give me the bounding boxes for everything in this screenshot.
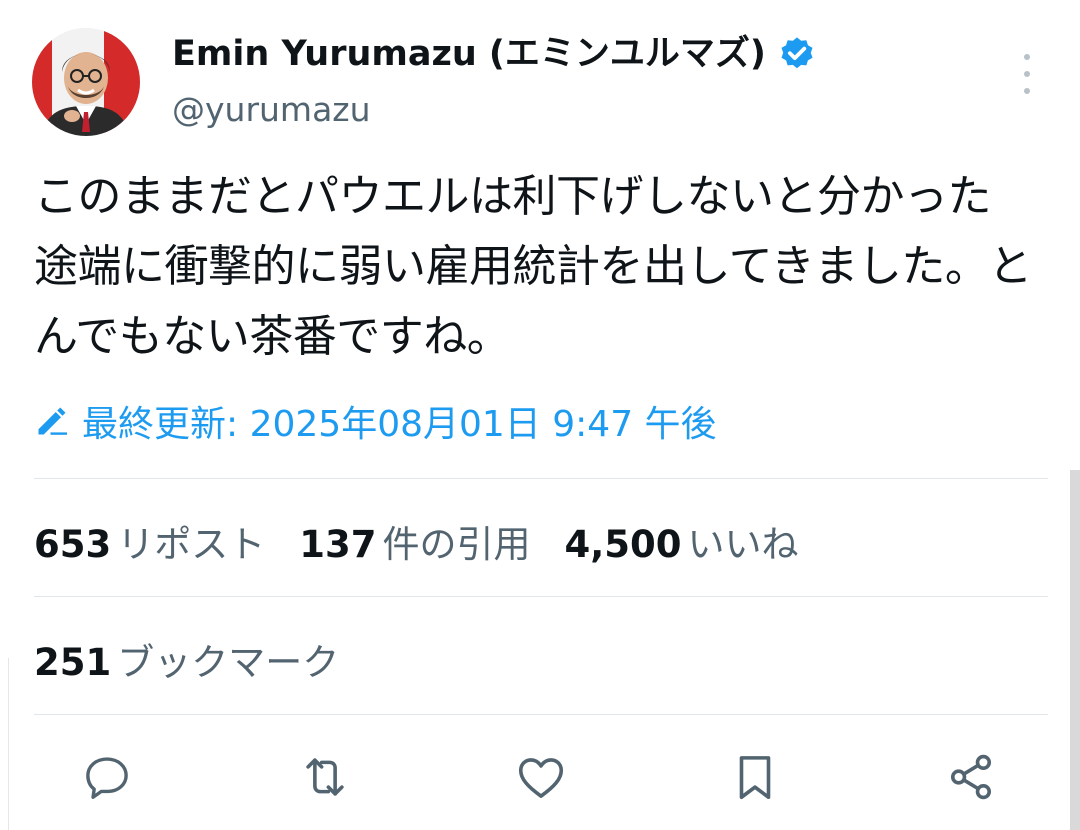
reposts-stat[interactable]: 653 リポスト: [34, 514, 265, 568]
likes-stat[interactable]: 4,500 いいね: [564, 514, 798, 568]
bookmarks-count: 251: [34, 641, 112, 684]
repost-icon[interactable]: [298, 750, 352, 804]
edited-label[interactable]: 最終更新: 2025年08月01日 9:47 午後: [82, 395, 717, 447]
engagement-stats: 653 リポスト 137 件の引用 4,500 いいね: [34, 516, 833, 566]
author-handle[interactable]: @yurumazu: [172, 88, 371, 132]
avatar[interactable]: [32, 28, 140, 136]
reposts-label: リポスト: [117, 523, 266, 566]
author-name-text[interactable]: Emin Yurumazu (エミンユルマズ): [172, 32, 766, 76]
reply-icon[interactable]: [80, 750, 134, 804]
like-heart-icon[interactable]: [514, 750, 568, 804]
tweet-text: このままだとパウエルは利下げしないと分かった途端に衝撃的に弱い雇用統計を出してき…: [34, 171, 1032, 362]
likes-count: 4,500: [564, 523, 682, 566]
bookmarks-stat[interactable]: 251 ブックマーク: [34, 634, 339, 684]
reposts-count: 653: [34, 523, 112, 566]
quotes-stat[interactable]: 137 件の引用: [299, 514, 530, 568]
author-display-name[interactable]: Emin Yurumazu (エミンユルマズ): [172, 32, 816, 76]
edit-pencil-icon: [38, 407, 67, 435]
action-bar: [0, 738, 1080, 814]
divider: [34, 714, 1048, 715]
quotes-label: 件の引用: [382, 523, 531, 566]
verified-badge-icon: [778, 35, 816, 73]
divider: [34, 596, 1048, 597]
share-icon[interactable]: [944, 750, 998, 804]
quotes-count: 137: [299, 523, 377, 566]
divider: [34, 478, 1048, 479]
left-edge: [0, 658, 9, 830]
more-vertical-icon[interactable]: [1012, 54, 1042, 94]
likes-label: いいね: [687, 523, 799, 566]
scroll-edge: [1070, 470, 1080, 830]
bookmarks-label: ブックマーク: [117, 641, 340, 684]
bookmark-icon[interactable]: [728, 750, 782, 804]
edited-timestamp[interactable]: 最終更新: 2025年08月01日 9:47 午後: [34, 396, 717, 446]
